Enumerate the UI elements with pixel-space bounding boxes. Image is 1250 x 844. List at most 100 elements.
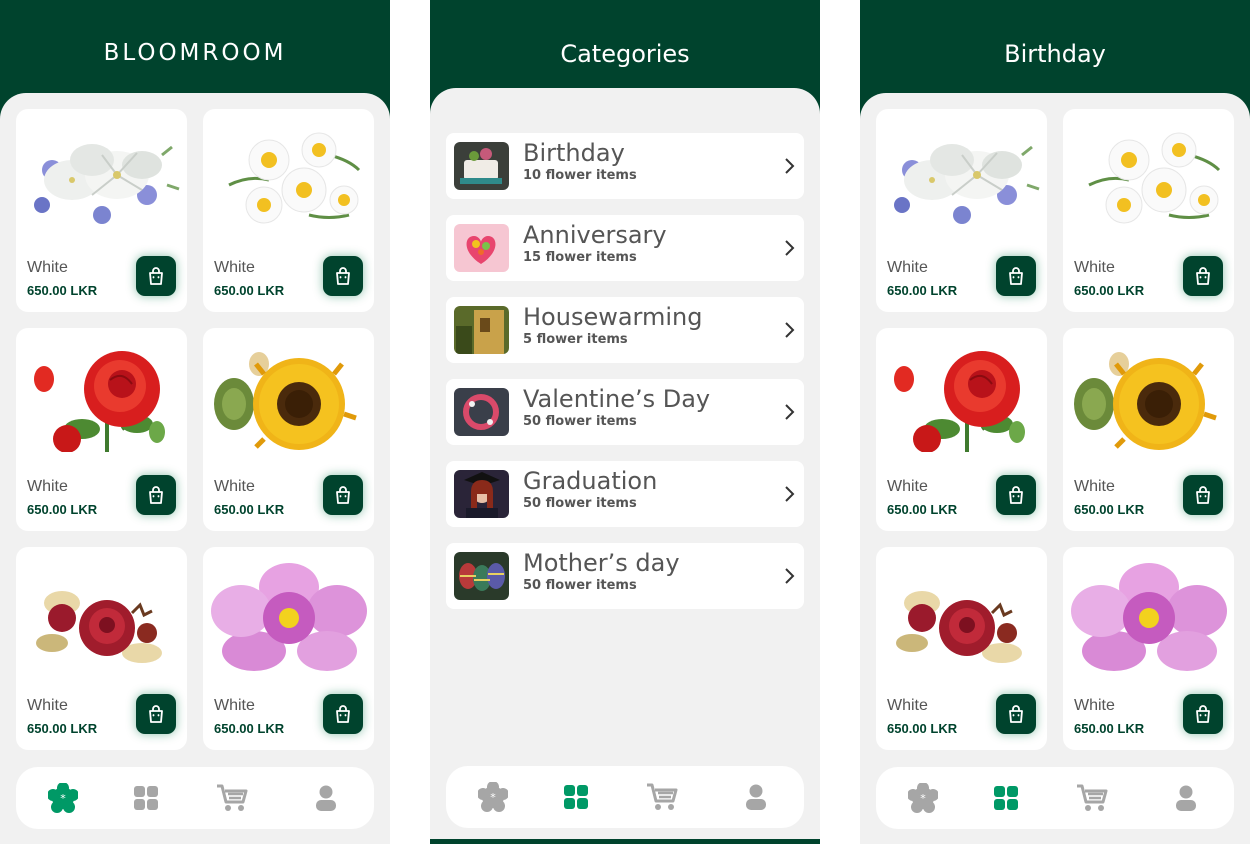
category-item[interactable]: Valentine’s Day 50 flower items xyxy=(446,379,804,445)
product-price: 650.00 LKR xyxy=(27,502,98,517)
category-count: 50 flower items xyxy=(523,496,637,511)
nav-cart[interactable] xyxy=(215,781,249,815)
content-sheet: White 650.00 LKR White 650.00 LKR White … xyxy=(0,93,390,844)
add-to-cart-button[interactable] xyxy=(1183,256,1223,296)
add-to-cart-button[interactable] xyxy=(996,256,1036,296)
shopping-bag-icon xyxy=(149,267,163,285)
shopping-bag-icon xyxy=(149,486,163,504)
product-price: 650.00 LKR xyxy=(27,283,98,298)
product-card[interactable]: White 650.00 LKR xyxy=(876,328,1047,531)
chevron-right-icon xyxy=(785,240,795,256)
product-card[interactable]: White 650.00 LKR xyxy=(203,328,374,531)
nav-profile[interactable] xyxy=(739,780,773,814)
daisy-bunch-image xyxy=(1088,132,1221,224)
product-card[interactable]: White 650.00 LKR xyxy=(203,109,374,312)
bottom-nav: * xyxy=(446,766,804,828)
nav-home[interactable]: * xyxy=(906,781,940,815)
add-to-cart-button[interactable] xyxy=(996,475,1036,515)
add-to-cart-button[interactable] xyxy=(323,694,363,734)
product-card[interactable]: White 650.00 LKR xyxy=(16,547,187,750)
product-name: White xyxy=(214,478,255,495)
nav-categories[interactable] xyxy=(129,781,163,815)
product-price: 650.00 LKR xyxy=(887,502,958,517)
category-thumbnail xyxy=(454,388,509,436)
category-name: Valentine’s Day xyxy=(523,385,711,413)
shopping-bag-icon xyxy=(336,486,350,504)
add-to-cart-button[interactable] xyxy=(136,694,176,734)
category-item[interactable]: Anniversary 15 flower items xyxy=(446,215,804,281)
chevron-right-icon xyxy=(785,404,795,420)
category-item[interactable]: Birthday 10 flower items xyxy=(446,133,804,199)
category-thumbnail xyxy=(454,470,509,518)
svg-text:*: * xyxy=(60,792,66,805)
shopping-bag-icon xyxy=(336,267,350,285)
add-to-cart-button[interactable] xyxy=(136,256,176,296)
product-price: 650.00 LKR xyxy=(1074,721,1145,736)
category-count: 50 flower items xyxy=(523,578,637,593)
product-image xyxy=(1069,344,1228,452)
category-item[interactable]: Graduation 50 flower items xyxy=(446,461,804,527)
add-to-cart-button[interactable] xyxy=(323,475,363,515)
cart-icon xyxy=(647,783,678,810)
app-title: BLOOMROOM xyxy=(103,40,287,66)
product-card[interactable]: White 650.00 LKR xyxy=(1063,547,1234,750)
chevron-right-icon xyxy=(785,322,795,338)
add-to-cart-button[interactable] xyxy=(1183,694,1223,734)
product-card[interactable]: White 650.00 LKR xyxy=(876,109,1047,312)
nav-cart[interactable] xyxy=(645,780,679,814)
product-image xyxy=(1069,563,1228,671)
add-to-cart-button[interactable] xyxy=(136,475,176,515)
nav-home[interactable]: * xyxy=(476,780,510,814)
flower-icon: * xyxy=(908,783,938,813)
product-image xyxy=(22,563,181,671)
red-rose-image xyxy=(894,351,1025,453)
product-card[interactable]: White 650.00 LKR xyxy=(1063,328,1234,531)
product-price: 650.00 LKR xyxy=(214,502,285,517)
product-name: White xyxy=(887,259,928,276)
product-card[interactable]: White 650.00 LKR xyxy=(203,547,374,750)
add-to-cart-button[interactable] xyxy=(996,694,1036,734)
add-to-cart-button[interactable] xyxy=(323,256,363,296)
product-price: 650.00 LKR xyxy=(214,283,285,298)
category-count: 50 flower items xyxy=(523,414,637,429)
product-image xyxy=(882,344,1041,453)
add-to-cart-button[interactable] xyxy=(1183,475,1223,515)
daisy-bunch-image xyxy=(228,132,361,224)
product-card[interactable]: White 650.00 LKR xyxy=(1063,109,1234,312)
shopping-bag-icon xyxy=(1009,705,1023,723)
nav-profile[interactable] xyxy=(309,781,343,815)
product-image xyxy=(882,125,1041,233)
product-name: White xyxy=(27,697,68,714)
shopping-bag-icon xyxy=(1009,486,1023,504)
category-item[interactable]: Mother’s day 50 flower items xyxy=(446,543,804,609)
grid-icon xyxy=(134,786,158,810)
product-image xyxy=(1069,125,1228,233)
nav-categories[interactable] xyxy=(989,781,1023,815)
page-title: Birthday xyxy=(1004,40,1106,68)
nav-home[interactable]: * xyxy=(46,781,80,815)
product-name: White xyxy=(887,478,928,495)
shopping-bag-icon xyxy=(1196,267,1210,285)
user-icon xyxy=(1176,785,1196,811)
product-image xyxy=(209,563,368,671)
category-item[interactable]: Housewarming 5 flower items xyxy=(446,297,804,363)
white-lily-bouquet-image xyxy=(34,144,180,224)
product-card[interactable]: White 650.00 LKR xyxy=(16,328,187,531)
shopping-bag-icon xyxy=(1196,705,1210,723)
nav-cart[interactable] xyxy=(1075,781,1109,815)
svg-text:*: * xyxy=(920,792,926,805)
product-card[interactable]: White 650.00 LKR xyxy=(16,109,187,312)
category-count: 10 flower items xyxy=(523,168,637,183)
nav-categories[interactable] xyxy=(559,780,593,814)
cart-icon xyxy=(217,784,248,811)
shopping-bag-icon xyxy=(1009,267,1023,285)
product-price: 650.00 LKR xyxy=(1074,283,1145,298)
nav-profile[interactable] xyxy=(1169,781,1203,815)
category-thumbnail xyxy=(454,142,509,190)
product-card[interactable]: White 650.00 LKR xyxy=(876,547,1047,750)
flower-icon: * xyxy=(478,782,508,812)
bottom-nav: * xyxy=(16,767,374,829)
burgundy-roses-image xyxy=(36,591,162,663)
product-name: White xyxy=(1074,697,1115,714)
user-icon xyxy=(316,785,336,811)
